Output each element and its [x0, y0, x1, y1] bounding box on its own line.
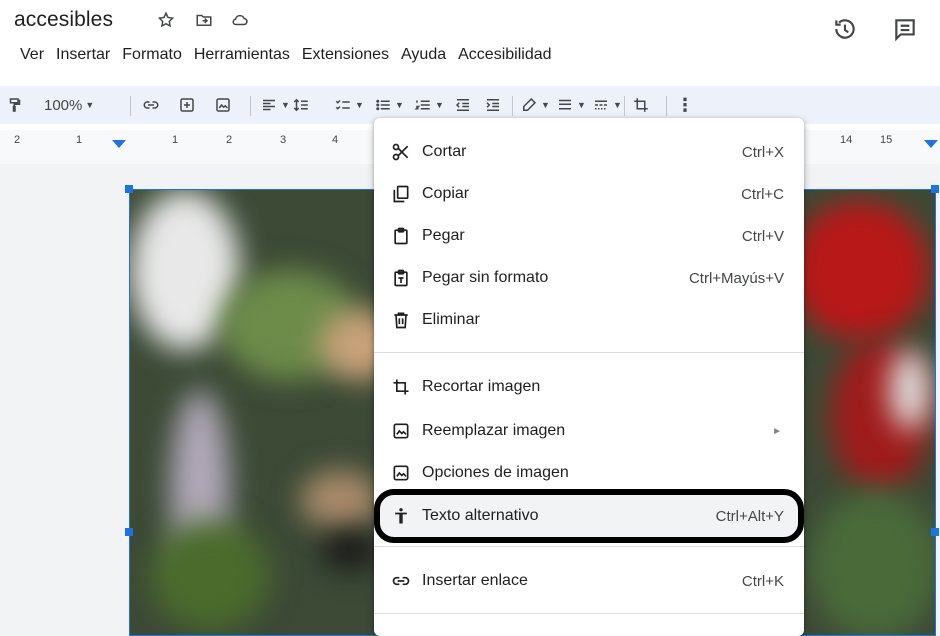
zoom-value: 100% [44, 96, 83, 114]
menu-item-copiar[interactable]: Copiar Ctrl+C [374, 173, 804, 215]
border-color-icon[interactable]: ▼ [520, 92, 550, 118]
toolbar-divider [624, 96, 625, 116]
chevron-down-icon: ▼ [281, 100, 290, 110]
cloud-saved-icon[interactable] [230, 10, 250, 30]
more-options-icon[interactable]: ⋮ [676, 92, 694, 118]
menu-item-label: Recortar imagen [422, 378, 541, 395]
cut-icon [390, 141, 412, 163]
ruler-number: 1 [172, 134, 179, 146]
menu-item-label: Reemplazar imagen [422, 422, 566, 439]
paint-format-icon[interactable] [6, 92, 24, 118]
increase-indent-icon[interactable] [484, 92, 502, 118]
chevron-down-icon: ▼ [435, 100, 444, 110]
insert-image-icon[interactable] [214, 92, 232, 118]
shortcut-label: Ctrl+K [741, 572, 784, 590]
shortcut-label: Ctrl+Mayús+V [688, 269, 784, 287]
chevron-down-icon: ▼ [577, 100, 586, 110]
comments-icon[interactable] [890, 14, 920, 44]
menu-item-cortar[interactable]: Cortar Ctrl+X [374, 131, 804, 173]
menu-item-reemplazar-imagen[interactable]: Reemplazar imagen ► [374, 410, 804, 452]
menu-item-label: Copiar [422, 185, 470, 202]
indent-marker[interactable] [924, 140, 938, 148]
ruler-number: 14 [840, 134, 853, 146]
menu-item-label: Pegar [422, 227, 465, 244]
indent-marker[interactable] [112, 140, 126, 148]
chevron-down-icon: ▼ [541, 100, 550, 110]
paste-plain-icon [390, 267, 412, 289]
toolbar-divider [512, 96, 513, 116]
shortcut-label: Ctrl+V [741, 227, 784, 245]
menu-item-opciones-de-imagen[interactable]: Opciones de imagen [374, 452, 804, 494]
resize-handle[interactable] [125, 185, 133, 193]
menu-separator [374, 546, 804, 547]
menu-herramientas[interactable]: Herramientas [188, 44, 296, 66]
insert-link-icon[interactable] [142, 92, 160, 118]
crop-icon[interactable] [632, 92, 650, 118]
document-title[interactable]: accesibles [14, 8, 113, 32]
copy-icon [390, 183, 412, 205]
ruler-number: 2 [226, 134, 233, 146]
numbered-list-icon[interactable]: ▼ [414, 92, 444, 118]
menu-separator [374, 613, 804, 614]
chevron-down-icon: ▼ [85, 100, 95, 110]
border-weight-icon[interactable]: ▼ [556, 92, 586, 118]
shortcut-label: Ctrl+C [741, 185, 784, 203]
menu-item-texto-alternativo[interactable]: Texto alternativo Ctrl+Alt+Y [374, 495, 804, 537]
decrease-indent-icon[interactable] [454, 92, 472, 118]
version-history-icon[interactable] [830, 14, 860, 44]
paste-icon [390, 225, 412, 247]
menu-accesibilidad[interactable]: Accesibilidad [452, 44, 557, 66]
menu-item-insertar-enlace[interactable]: Insertar enlace Ctrl+K [374, 560, 804, 602]
ruler-number: 1 [76, 134, 83, 146]
image-icon [390, 462, 412, 484]
submenu-arrow-icon: ► [772, 425, 782, 437]
accessibility-icon [390, 505, 412, 527]
menu-item-label: Texto alternativo [422, 507, 539, 524]
menu-item-label: Insertar enlace [422, 572, 528, 589]
shortcut-label: Ctrl+X [741, 143, 784, 161]
chevron-down-icon: ▼ [395, 100, 404, 110]
menu-item-label: Opciones de imagen [422, 464, 569, 481]
link-icon [390, 570, 412, 592]
trash-icon [390, 309, 412, 331]
menu-bar: Ver Insertar Formato Herramientas Extens… [14, 44, 558, 66]
menu-item-pegar-sin-formato[interactable]: Pegar sin formato Ctrl+Mayús+V [374, 257, 804, 299]
shortcut-label: Ctrl+Alt+Y [715, 507, 784, 525]
toolbar-divider [666, 96, 667, 116]
align-icon[interactable]: ▼ [260, 92, 290, 118]
menu-separator [374, 352, 804, 353]
menu-ayuda[interactable]: Ayuda [395, 44, 452, 66]
bulleted-list-icon[interactable]: ▼ [374, 92, 404, 118]
zoom-select[interactable]: 100% ▼ [44, 92, 94, 118]
menu-item-label: Pegar sin formato [422, 269, 549, 286]
ruler-number: 2 [14, 134, 21, 146]
toolbar-divider [250, 96, 251, 116]
ruler-number: 4 [332, 134, 339, 146]
checklist-icon[interactable]: ▼ [334, 92, 364, 118]
toolbar-divider [130, 96, 131, 116]
menu-extensiones[interactable]: Extensiones [296, 44, 395, 66]
menu-item-pegar[interactable]: Pegar Ctrl+V [374, 215, 804, 257]
ruler-number: 3 [280, 134, 287, 146]
move-to-folder-icon[interactable] [194, 10, 214, 30]
image-icon [390, 420, 412, 442]
menu-item-label: Eliminar [422, 311, 480, 328]
add-comment-icon[interactable] [178, 92, 196, 118]
crop-icon [390, 376, 412, 398]
resize-handle[interactable] [931, 185, 939, 193]
star-icon[interactable] [156, 10, 176, 30]
chevron-down-icon: ▼ [613, 100, 622, 110]
ruler-number: 15 [880, 134, 893, 146]
border-dash-icon[interactable]: ▼ [592, 92, 622, 118]
menu-item-recortar-imagen[interactable]: Recortar imagen [374, 366, 804, 408]
menu-insertar[interactable]: Insertar [50, 44, 116, 66]
menu-item-eliminar[interactable]: Eliminar [374, 299, 804, 341]
resize-handle[interactable] [931, 528, 939, 536]
resize-handle[interactable] [125, 528, 133, 536]
menu-formato[interactable]: Formato [116, 44, 188, 66]
menu-ver[interactable]: Ver [14, 44, 50, 66]
chevron-down-icon: ▼ [355, 100, 364, 110]
line-spacing-icon[interactable] [292, 92, 310, 118]
menu-item-label: Cortar [422, 143, 467, 160]
